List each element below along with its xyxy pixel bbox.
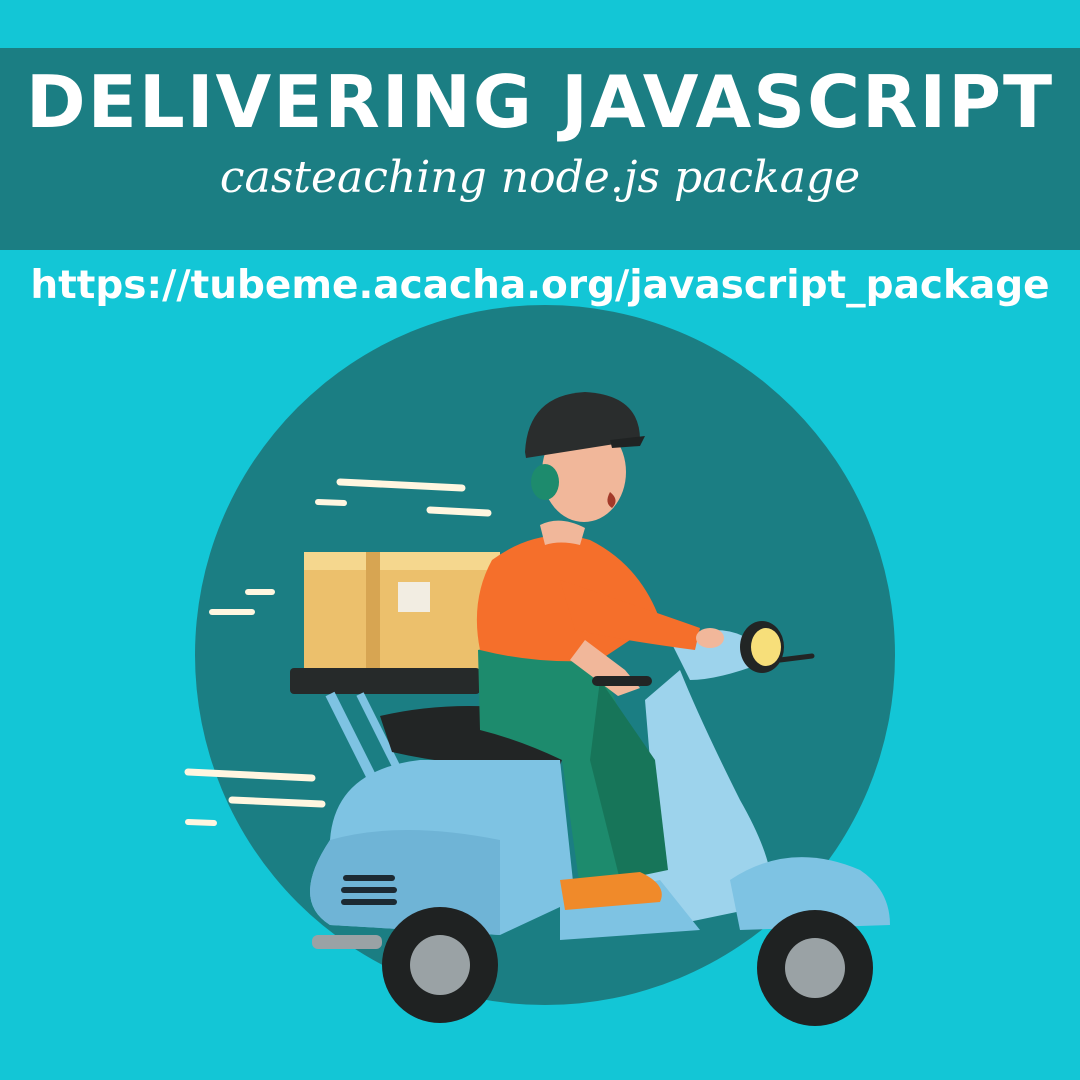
delivery-scooter-illustration [184,305,895,1026]
rear-rack [290,668,480,694]
front-wheel [757,910,873,1026]
package-box-icon [304,552,500,676]
rear-wheel [382,907,498,1023]
